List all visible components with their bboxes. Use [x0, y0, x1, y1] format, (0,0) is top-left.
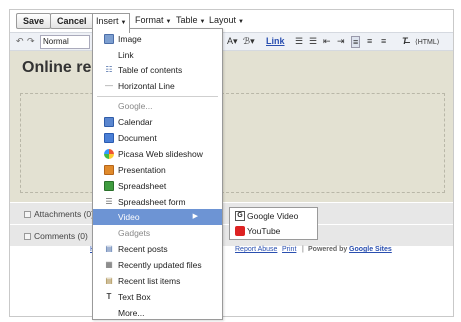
- chevron-down-icon: ▼: [165, 19, 172, 25]
- paragraph-style-select[interactable]: Normal: [40, 35, 90, 49]
- html-icon[interactable]: ⟨HTML⟩: [415, 38, 440, 46]
- menu-item-table-of-contents[interactable]: ☷ Table of contents: [93, 62, 222, 78]
- insert-menu-tab[interactable]: Insert ▼: [92, 13, 131, 33]
- numbered-list-icon[interactable]: ☰: [295, 36, 303, 47]
- cancel-button[interactable]: Cancel: [50, 13, 94, 29]
- menu-item-text-box[interactable]: T Text Box: [93, 289, 222, 305]
- image-icon: [104, 34, 114, 44]
- menu-item-recent-list-items[interactable]: ▤ Recent list items: [93, 273, 222, 289]
- menu-item-presentation[interactable]: Presentation: [93, 162, 222, 178]
- menu-header-gadgets: Gadgets: [118, 228, 151, 238]
- submenu-arrow-icon: ▶: [192, 213, 198, 220]
- recent-list-icon: ▤: [105, 276, 113, 285]
- expand-icon: [24, 211, 31, 218]
- align-right-icon[interactable]: ≡: [381, 36, 386, 46]
- formatting-toolbar: ↶ ↷ Normal A▾ ℬ▾ Link ☰ ☰ ⇤ ⇥ ≡ ≡ ≡ T̶ ⟨…: [10, 32, 453, 51]
- expand-icon: [24, 233, 31, 240]
- toc-icon: ☷: [105, 65, 113, 74]
- chevron-down-icon: ▼: [199, 19, 206, 25]
- menu-item-calendar[interactable]: Calendar: [93, 114, 222, 130]
- page-content-area[interactable]: Online res: [10, 51, 453, 202]
- menu-separator: [97, 96, 218, 97]
- table-menu-tab[interactable]: Table ▼: [173, 13, 208, 29]
- align-left-icon[interactable]: ≡: [351, 36, 361, 48]
- menu-item-horizontal-line[interactable]: — Horizontal Line: [93, 78, 222, 94]
- google-video-icon: G: [235, 211, 245, 221]
- menu-item-document[interactable]: Document: [93, 130, 222, 146]
- spreadsheet-icon: [104, 181, 114, 191]
- undo-icon[interactable]: ↶: [16, 36, 24, 47]
- site-footer: H Report Abuse Print | Powered by Google…: [10, 244, 453, 258]
- highlight-color-icon[interactable]: ℬ▾: [243, 36, 255, 47]
- menu-item-spreadsheet[interactable]: Spreadsheet: [93, 178, 222, 194]
- indent-more-icon[interactable]: ⇥: [337, 36, 345, 47]
- print-link[interactable]: Print: [282, 246, 296, 253]
- layout-menu-tab[interactable]: Layout ▼: [206, 13, 247, 29]
- menu-item-spreadsheet-form[interactable]: ☰ Spreadsheet form: [93, 194, 222, 210]
- chevron-down-icon: ▼: [120, 20, 127, 26]
- menu-header-google: Google...: [118, 101, 153, 111]
- recent-posts-icon: ▤: [105, 244, 113, 253]
- bullet-list-icon[interactable]: ☰: [309, 36, 317, 47]
- submenu-item-google-video[interactable]: G Google Video: [230, 209, 317, 224]
- menu-item-image[interactable]: Image: [93, 31, 222, 47]
- content-editable-region[interactable]: [20, 93, 445, 193]
- text-color-icon[interactable]: A▾: [227, 36, 238, 47]
- menu-item-video[interactable]: Video ▶: [93, 209, 222, 225]
- submenu-item-youtube[interactable]: YouTube: [230, 224, 317, 239]
- menu-item-picasa-web-slideshow[interactable]: Picasa Web slideshow: [93, 146, 222, 162]
- menu-item-more[interactable]: More...: [93, 305, 222, 321]
- youtube-icon: [235, 226, 245, 236]
- document-icon: [104, 133, 114, 143]
- menu-item-recently-updated-files[interactable]: ▦ Recently updated files: [93, 257, 222, 273]
- chevron-down-icon: ▼: [238, 19, 244, 25]
- top-bar: Save Cancel Insert ▼ Format ▼ Table ▼ Layou…: [10, 10, 453, 33]
- save-button[interactable]: Save: [16, 13, 52, 29]
- align-center-icon[interactable]: ≡: [367, 36, 372, 46]
- presentation-icon: [104, 165, 114, 175]
- clear-formatting-icon[interactable]: T̶: [402, 36, 408, 46]
- recent-files-icon: ▦: [105, 260, 113, 269]
- format-menu-tab[interactable]: Format ▼: [132, 13, 174, 29]
- menu-item-link[interactable]: Link: [93, 47, 222, 63]
- insert-menu-dropdown: Image Link ☷ Table of contents — Horizon…: [92, 28, 223, 320]
- editor-frame: Save Cancel Insert ▼ Format ▼ Table ▼ Layou…: [9, 9, 454, 317]
- page-title[interactable]: Online res: [22, 59, 100, 77]
- redo-icon[interactable]: ↷: [27, 36, 35, 47]
- google-sites-link[interactable]: Google Sites: [349, 246, 392, 253]
- report-abuse-link[interactable]: Report Abuse: [235, 246, 277, 253]
- horizontal-line-icon: —: [105, 81, 113, 90]
- calendar-icon: [104, 117, 114, 127]
- link-button[interactable]: Link: [266, 36, 285, 46]
- picasa-icon: [104, 149, 114, 159]
- video-submenu: G Google Video YouTube: [229, 207, 318, 240]
- text-box-icon: T: [106, 292, 112, 301]
- spreadsheet-form-icon: ☰: [105, 197, 113, 206]
- indent-less-icon[interactable]: ⇤: [323, 36, 331, 47]
- menu-item-recent-posts[interactable]: ▤ Recent posts: [93, 241, 222, 257]
